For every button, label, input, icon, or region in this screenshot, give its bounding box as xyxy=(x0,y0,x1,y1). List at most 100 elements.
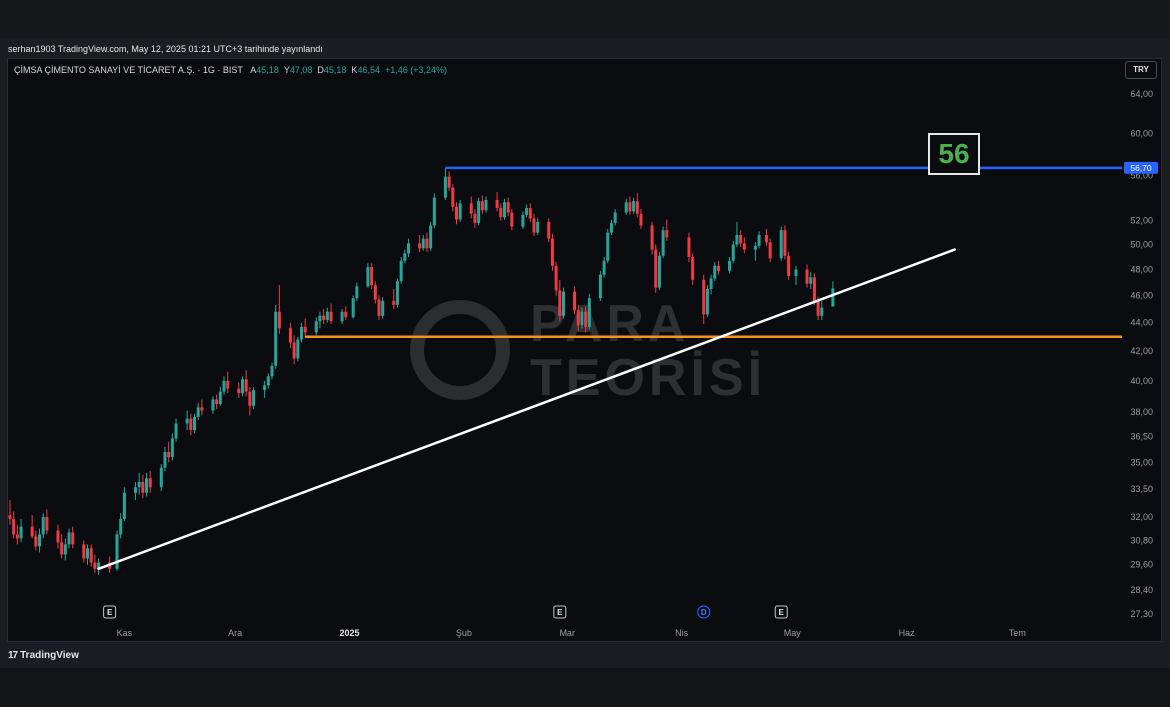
candle-body xyxy=(562,291,565,316)
low-value: 45,18 xyxy=(323,65,347,75)
candle-body xyxy=(63,544,67,555)
candle-body xyxy=(558,290,562,316)
x-tick-label: Nis xyxy=(675,628,688,638)
candle-body xyxy=(816,300,820,316)
candle-body xyxy=(716,265,720,271)
candle-body xyxy=(196,407,200,418)
candle-body xyxy=(421,238,425,249)
candle-body xyxy=(447,176,451,188)
candle-body xyxy=(691,256,695,280)
candle-body xyxy=(606,232,610,261)
candle-body xyxy=(218,391,222,405)
candle-body xyxy=(226,380,230,389)
candle-body xyxy=(657,255,661,288)
footer-brand-text: TradingView xyxy=(20,650,79,661)
candle-body xyxy=(495,199,499,208)
y-tick-label: 27,30 xyxy=(1130,609,1153,619)
candle-body xyxy=(635,201,639,214)
candle-body xyxy=(266,376,270,386)
candle-body xyxy=(148,478,152,488)
candle-body xyxy=(211,399,215,411)
candle-body xyxy=(528,207,532,219)
candle-body xyxy=(757,234,761,246)
candle-body xyxy=(554,265,558,291)
candle-body xyxy=(122,492,126,519)
candle-body xyxy=(499,207,503,218)
candle-body xyxy=(159,467,163,488)
y-tick-label: 35,00 xyxy=(1130,457,1153,467)
y-tick-label: 38,00 xyxy=(1130,407,1153,417)
candle-body xyxy=(573,291,577,311)
candle-body xyxy=(366,267,370,287)
candle-body xyxy=(145,478,149,493)
y-tick-label: 28,40 xyxy=(1130,585,1153,595)
candle-body xyxy=(731,244,735,261)
y-tick-label: 33,50 xyxy=(1130,484,1153,494)
candle-body xyxy=(8,515,12,519)
candle-body xyxy=(547,221,551,239)
symbol-legend: ÇİMSA ÇİMENTO SANAYİ VE TİCARET A.Ş. · 1… xyxy=(14,65,447,75)
candle-body xyxy=(89,548,93,563)
candle-body xyxy=(133,487,137,493)
earnings-marker-label: E xyxy=(779,608,785,617)
candle-body xyxy=(403,253,407,261)
x-tick-label: 2025 xyxy=(339,628,359,638)
candle-body xyxy=(753,245,757,250)
candle-body xyxy=(340,311,344,322)
candle-body xyxy=(248,391,252,406)
candle-body xyxy=(119,518,123,535)
candle-body xyxy=(189,418,193,431)
candle-body xyxy=(344,311,348,318)
candle-body xyxy=(60,542,64,555)
x-tick-label: May xyxy=(784,628,802,638)
candle-body xyxy=(454,206,458,220)
candle-body xyxy=(329,311,333,322)
candle-body xyxy=(650,225,654,250)
candle-body xyxy=(580,311,584,326)
candle-body xyxy=(288,328,292,343)
candle-body xyxy=(45,517,49,531)
candle-body xyxy=(12,518,16,535)
candle-body xyxy=(613,212,617,224)
candle-body xyxy=(794,269,798,276)
tradingview-logo-icon: 17 xyxy=(8,650,18,661)
dividend-marker-label: D xyxy=(701,608,707,617)
candle-body xyxy=(34,536,38,547)
candle-body xyxy=(30,526,34,537)
y-tick-label: 30,80 xyxy=(1130,535,1153,545)
candle-body xyxy=(19,526,23,539)
y-tick-label: 44,00 xyxy=(1130,318,1153,328)
candle-body xyxy=(93,562,97,569)
candle-body xyxy=(702,279,706,315)
candle-body xyxy=(71,532,75,545)
candle-body xyxy=(399,260,403,282)
change-value: +1,46 (+3,24%) xyxy=(384,65,448,75)
candle-body xyxy=(270,365,274,377)
candle-body xyxy=(240,379,244,394)
earnings-marker-label: E xyxy=(107,608,113,617)
candle-body xyxy=(576,310,580,326)
candle-body xyxy=(300,326,304,340)
y-tick-label: 60,00 xyxy=(1130,128,1153,138)
candle-body xyxy=(418,243,422,249)
bottom-band xyxy=(0,668,1170,707)
candle-body xyxy=(735,234,739,245)
candle-body xyxy=(193,417,196,431)
candle-body xyxy=(820,307,824,316)
candle-body xyxy=(392,300,396,305)
candle-body xyxy=(458,203,462,220)
candle-body xyxy=(654,249,658,288)
candle-body xyxy=(713,265,717,279)
candle-body xyxy=(587,298,591,327)
candle-body xyxy=(469,203,473,214)
candle-body xyxy=(709,278,713,289)
currency-button[interactable]: TRY xyxy=(1125,61,1157,79)
candle-body xyxy=(506,202,510,213)
candle-body xyxy=(351,298,355,318)
candle-body xyxy=(628,202,632,212)
y-tick-label: 46,00 xyxy=(1130,291,1153,301)
candlestick-chart[interactable]: 64,0060,0056,0052,0050,0048,0046,0044,00… xyxy=(0,0,1170,707)
candle-body xyxy=(451,187,455,207)
candle-body xyxy=(185,418,189,424)
y-tick-label: 64,00 xyxy=(1130,89,1153,99)
